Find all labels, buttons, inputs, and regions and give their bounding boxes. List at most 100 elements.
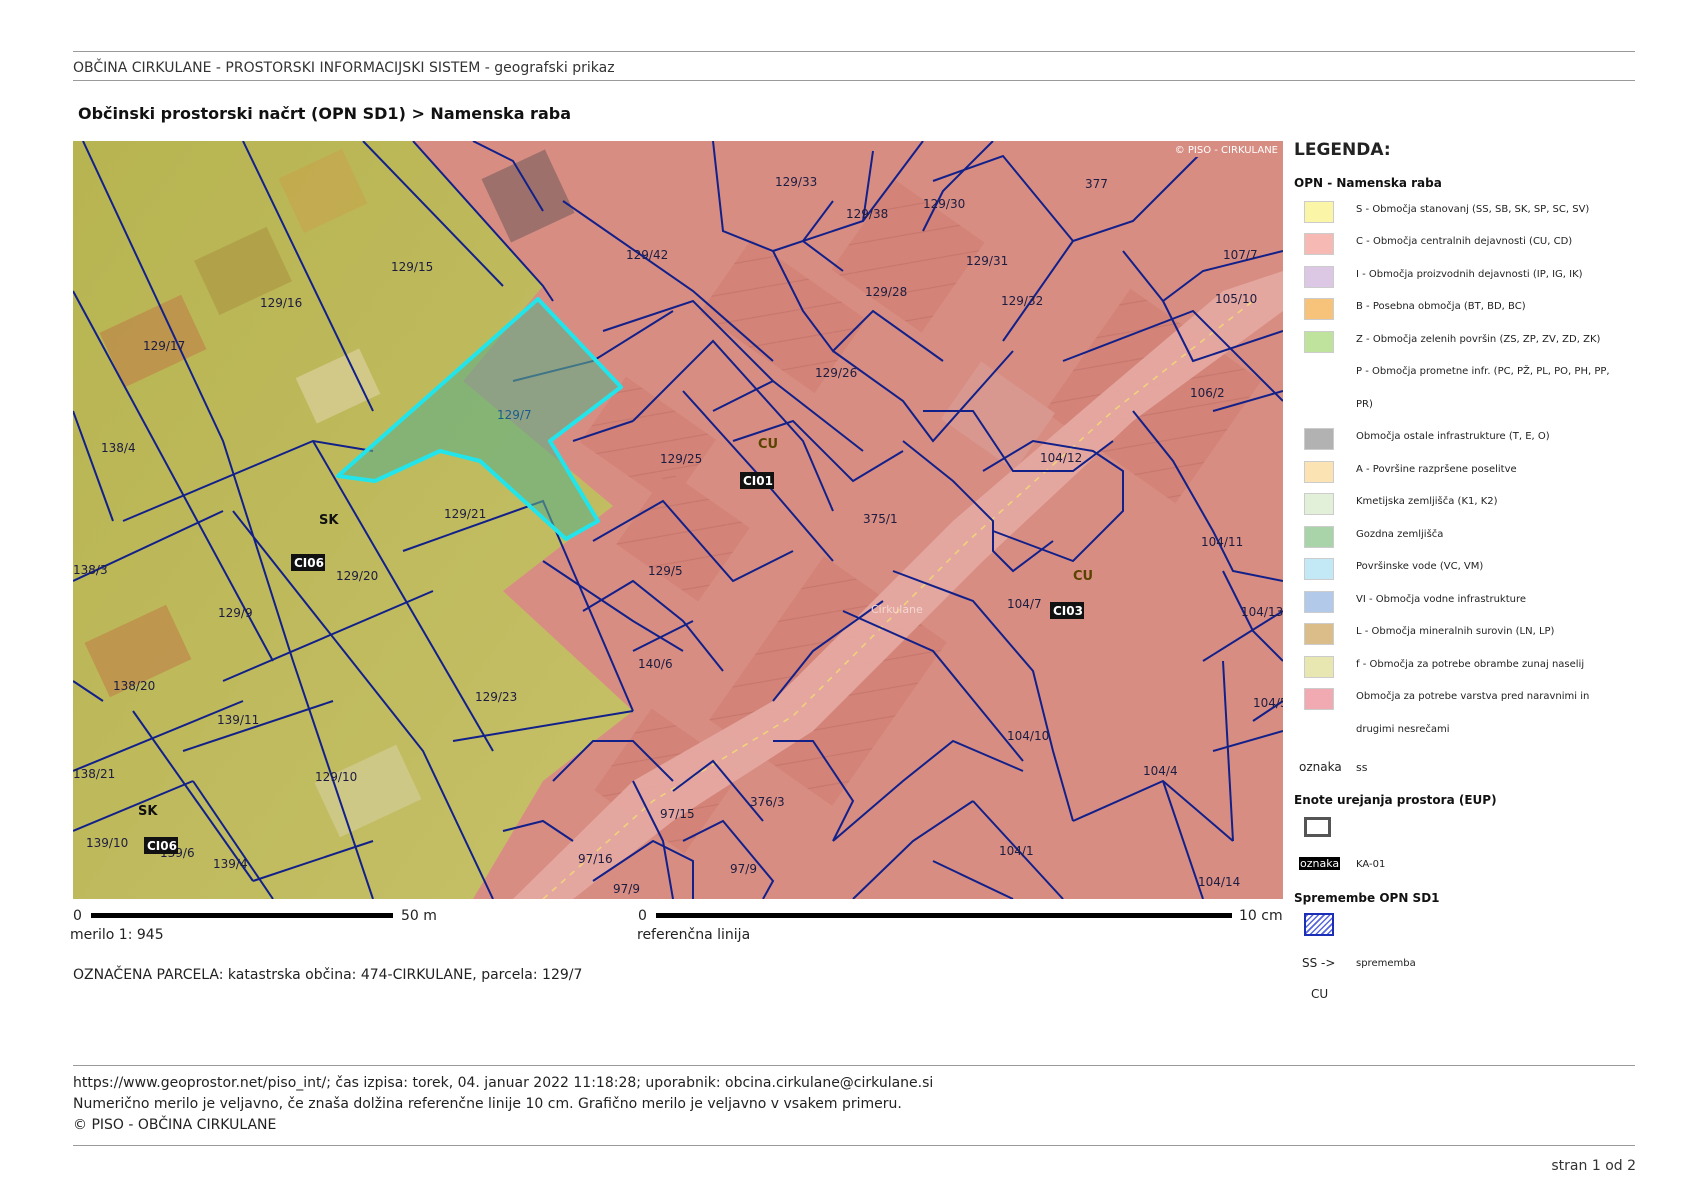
footer-bottom-rule <box>73 1145 1635 1146</box>
header-bottom-rule <box>73 80 1635 81</box>
reference-line <box>656 913 1232 918</box>
parcel-label: 129/5 <box>648 564 683 578</box>
parcel-label: 97/16 <box>578 852 613 866</box>
legend-change-to: CU <box>1311 987 1329 1001</box>
legend-swatch <box>1304 591 1334 613</box>
parcel-label: 129/25 <box>660 452 702 466</box>
legend-swatch <box>1304 233 1334 255</box>
legend-oznaka-label: oznaka <box>1299 760 1342 774</box>
legend-eup-tag: oznaka <box>1299 857 1341 870</box>
legend-swatch <box>1304 526 1334 548</box>
header-top-rule <box>73 51 1635 52</box>
parcel-label: 129/31 <box>966 254 1008 268</box>
parcel-label: 97/15 <box>660 807 695 821</box>
zone-label-cu: CU <box>1073 569 1093 584</box>
parcel-label: 104/7 <box>1007 597 1042 611</box>
footer-copyright: © PISO - OBČINA CIRKULANE <box>73 1117 277 1133</box>
parcel-label: 129/30 <box>923 197 965 211</box>
eup-label-ci01: CI01 <box>740 472 774 489</box>
parcel-label: 138/4 <box>101 441 136 455</box>
parcel-label: 375/1 <box>863 512 898 526</box>
parcel-label: 138/3 <box>73 563 108 577</box>
parcel-label: 138/20 <box>113 679 155 693</box>
parcel-label: 104/12 <box>1040 451 1082 465</box>
parcel-label: 129/42 <box>626 248 668 262</box>
scale-right-start: 0 <box>638 908 647 924</box>
parcel-label: 376/3 <box>750 795 785 809</box>
footer-top-rule <box>73 1065 1635 1066</box>
parcel-label: 104/14 <box>1198 875 1240 889</box>
footer-note-line: Numerično merilo je veljavno, če znaša d… <box>73 1096 902 1112</box>
parcel-label: 129/21 <box>444 507 486 521</box>
legend-swatch <box>1304 298 1334 320</box>
map-copyright: © PISO - CIRKULANE <box>1175 145 1278 156</box>
parcel-label: 129/28 <box>865 285 907 299</box>
legend-eup-heading: Enote urejanja prostora (EUP) <box>1294 793 1497 807</box>
legend-swatch <box>1304 201 1334 223</box>
svg-text:CI06: CI06 <box>147 839 177 853</box>
parcel-label: 97/9 <box>730 862 757 876</box>
parcel-label: 129/16 <box>260 296 302 310</box>
reference-label: referenčna linija <box>637 927 751 943</box>
parcel-label: 129/26 <box>815 366 857 380</box>
legend-swatch <box>1304 331 1334 353</box>
parcel-label: 129/23 <box>475 690 517 704</box>
scale-right-end: 10 cm <box>1239 908 1283 924</box>
legend-swatch <box>1304 266 1334 288</box>
parcel-label: 139/11 <box>217 713 259 727</box>
parcel-label: 140/6 <box>638 657 673 671</box>
legend-changes-heading: Spremembe OPN SD1 <box>1294 891 1440 905</box>
legend-title: LEGENDA: <box>1294 140 1391 160</box>
page-number: stran 1 od 2 <box>1551 1158 1636 1174</box>
legend-swatch <box>1304 656 1334 678</box>
map-view[interactable]: © PISO - CIRKULANE 129/33 129/38 129/30 … <box>73 141 1283 899</box>
scale-left-start: 0 <box>73 908 82 924</box>
legend-eup-example: KA-01 <box>1356 859 1386 870</box>
parcel-label: 97/9 <box>613 882 640 896</box>
place-name: Cirkulane <box>871 603 923 616</box>
parcel-label: 129/7 <box>497 408 532 422</box>
parcel-label: 129/33 <box>775 175 817 189</box>
parcel-label: 105/10 <box>1215 292 1257 306</box>
map-canvas[interactable]: © PISO - CIRKULANE 129/33 129/38 129/30 … <box>73 141 1283 899</box>
parcel-label: 139/10 <box>86 836 128 850</box>
parcel-label: 104/10 <box>1007 729 1049 743</box>
parcel-label: 129/38 <box>846 207 888 221</box>
zone-label-sk: SK <box>138 804 158 819</box>
parcel-label: 129/17 <box>143 339 185 353</box>
parcel-label: 107/7 <box>1223 248 1258 262</box>
parcel-label: 129/10 <box>315 770 357 784</box>
system-title: OBČINA CIRKULANE - PROSTORSKI INFORMACIJ… <box>73 60 615 76</box>
legend-change-label: sprememba <box>1356 958 1416 969</box>
legend-swatch <box>1304 688 1334 710</box>
parcel-label: 104/11 <box>1201 535 1243 549</box>
legend-eup-swatch <box>1304 817 1331 837</box>
scale-left-end: 50 m <box>401 908 437 924</box>
parcel-label: 138/21 <box>73 767 115 781</box>
svg-text:CI06: CI06 <box>294 556 324 570</box>
parcel-label: 104/5 <box>1253 696 1283 710</box>
parcel-label: 139/4 <box>213 857 248 871</box>
scale-ratio: merilo 1: 945 <box>70 927 164 943</box>
eup-label-ci03: CI03 <box>1050 602 1084 619</box>
parcel-label: 106/2 <box>1190 386 1225 400</box>
svg-text:CI01: CI01 <box>743 474 773 488</box>
eup-label-ci06: CI06 <box>144 837 178 854</box>
selected-parcel-info: OZNAČENA PARCELA: katastrska občina: 474… <box>73 967 583 983</box>
eup-label-ci06: CI06 <box>291 554 325 571</box>
zone-label-sk: SK <box>319 513 339 528</box>
legend-swatch <box>1304 461 1334 483</box>
zone-label-cu: CU <box>758 437 778 452</box>
parcel-label: 129/20 <box>336 569 378 583</box>
parcel-label: 104/4 <box>1143 764 1178 778</box>
parcel-label: 104/13 <box>1241 605 1283 619</box>
parcel-label: 377 <box>1085 177 1108 191</box>
svg-text:CI03: CI03 <box>1053 604 1083 618</box>
parcel-label: 129/15 <box>391 260 433 274</box>
legend-oznaka-value: ss <box>1356 761 1368 774</box>
legend-change-from: SS -> <box>1302 956 1336 970</box>
footer-url-line: https://www.geoprostor.net/piso_int/; ča… <box>73 1075 934 1091</box>
legend-swatch <box>1304 558 1334 580</box>
parcel-label: 129/9 <box>218 606 253 620</box>
legend-swatch <box>1304 623 1334 645</box>
